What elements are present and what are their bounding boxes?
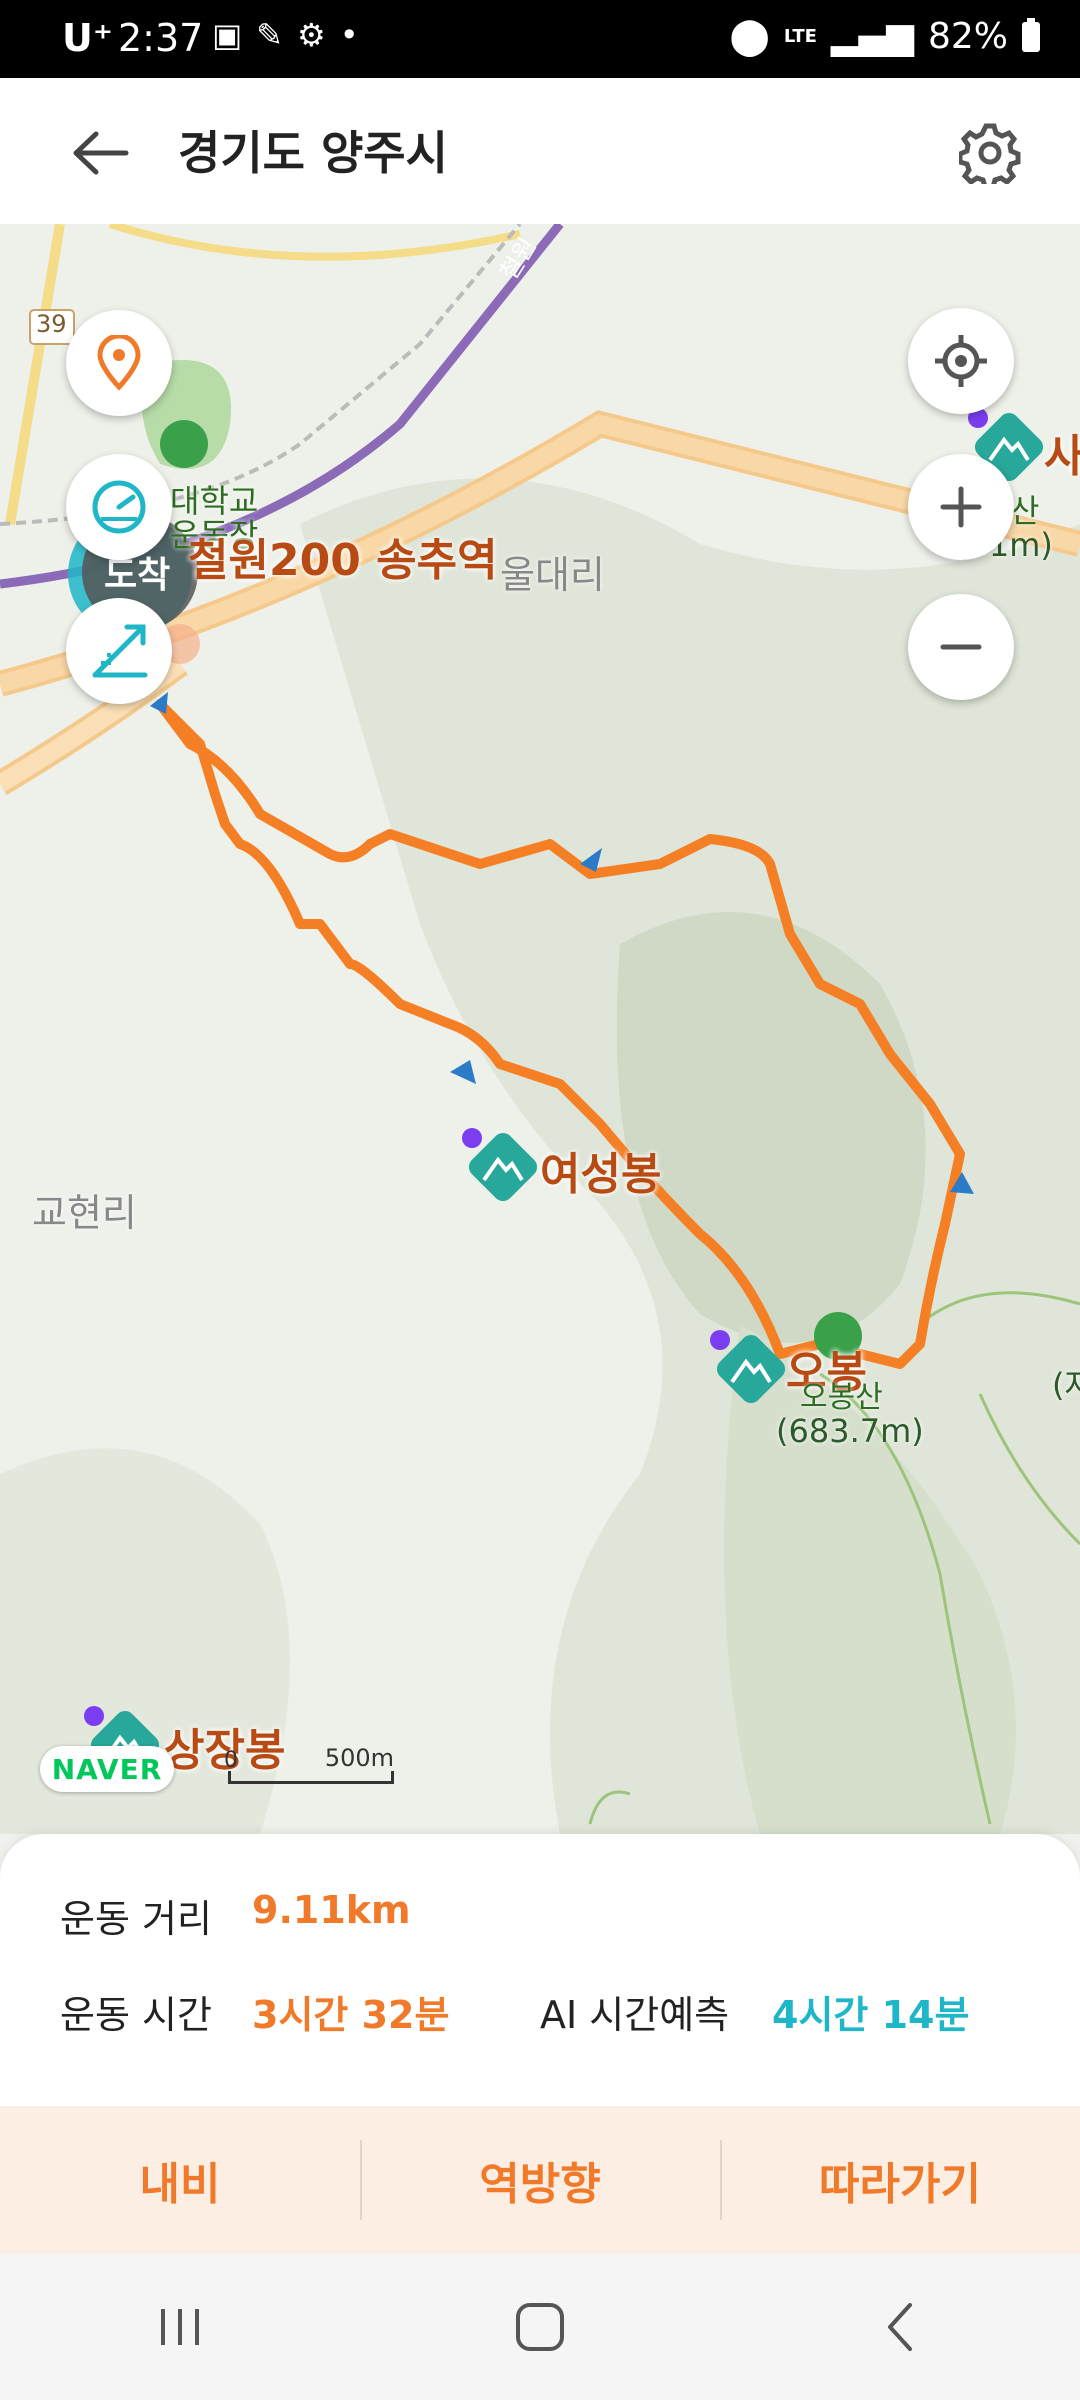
system-back-button[interactable] [840,2277,960,2377]
notification-icons: ▣✎⚙• [212,16,373,54]
village-label-gyohyeon: 교현리 [32,1191,137,1235]
home-button[interactable] [480,2277,600,2377]
minus-icon [940,644,982,650]
location-status-icon: ⬤ [729,16,770,57]
my-location-icon [935,335,987,387]
map-scale: 0 500m [224,1744,394,1792]
distance-label: 운동 거리 [60,1897,212,1941]
elevation-icon [92,624,148,678]
mountain-peak-icon [710,1330,786,1404]
carrier-label: U⁺ [62,16,113,60]
gear-icon [959,123,1021,184]
my-location-button[interactable] [908,308,1014,414]
battery-icon [1022,17,1040,52]
zoom-out-button[interactable] [908,594,1014,700]
scale-distance: 500m [324,1744,394,1772]
speed-gauge-icon [92,480,146,534]
back-icon [888,2303,912,2351]
recent-apps-icon [161,2309,199,2345]
follow-button[interactable]: 따라가기 [720,2106,1080,2254]
home-icon [516,2303,564,2351]
scale-bar [228,1771,394,1784]
mountain-peak-icon [462,1128,538,1202]
system-nav-bar [0,2254,1080,2400]
plus-icon [940,486,982,528]
village-label-uldae: 울대리 [500,553,605,597]
settings-button[interactable] [950,118,1030,188]
elevation-button[interactable] [66,598,172,704]
distance-value: 9.11km [252,1888,411,1932]
network-type: LTE [783,25,817,47]
back-arrow-icon [73,131,129,175]
stats-panel: 운동 거리 9.11km 운동 시간 3시간 32분 AI 시간예측 4시간 1… [0,1834,1080,2106]
edge-label-right: (자 [1052,1366,1080,1404]
battery-percent: 82% [927,16,1008,57]
station-label: 철원200 송추역 [188,535,498,586]
scale-zero: 0 [224,1748,238,1773]
status-bar: U⁺ 2:37 ▣✎⚙• ⬤ LTE ▂▄▆ 82% [0,0,1080,78]
back-button[interactable] [60,118,140,188]
map-canvas [0,224,1080,1834]
ai-prediction-label: AI 시간예측 [540,1993,730,2037]
map-view[interactable]: 39 철원 대학교 운동장 도착 철원200 송추역 울대리 교현리 여성봉 오… [0,224,1080,1834]
action-bar: 내비 역방향 따라가기 [0,2106,1080,2254]
navigation-button[interactable]: 내비 [0,2106,360,2254]
page-title: 경기도 양주시 [178,126,448,180]
time-label: 운동 시간 [60,1993,212,2037]
reverse-direction-button[interactable]: 역방향 [360,2106,720,2254]
peak-marker-yeoseong[interactable] [460,1124,540,1208]
signal-icon: ▂▄▆ [830,16,914,57]
speed-button[interactable] [66,454,172,560]
location-pin-icon [97,335,141,391]
peak-marker-obong[interactable] [708,1326,788,1410]
app-header: 경기도 양주시 [0,78,1080,224]
peak-label-sa: 사 [1044,431,1080,482]
status-time: 2:37 [118,16,204,60]
road-number: 39 [36,310,67,338]
recent-apps-button[interactable] [120,2277,240,2377]
obong-mountain-label: 오봉산 [800,1380,883,1415]
poi-toggle-button[interactable] [66,310,172,416]
zoom-in-button[interactable] [908,454,1014,560]
peak-label-yeoseong: 여성봉 [540,1149,662,1200]
naver-logo: NAVER [40,1746,174,1792]
ai-prediction-value: 4시간 14분 [772,1993,970,2037]
time-value: 3시간 32분 [252,1993,450,2037]
obong-elevation-label: (683.7m) [776,1412,924,1450]
